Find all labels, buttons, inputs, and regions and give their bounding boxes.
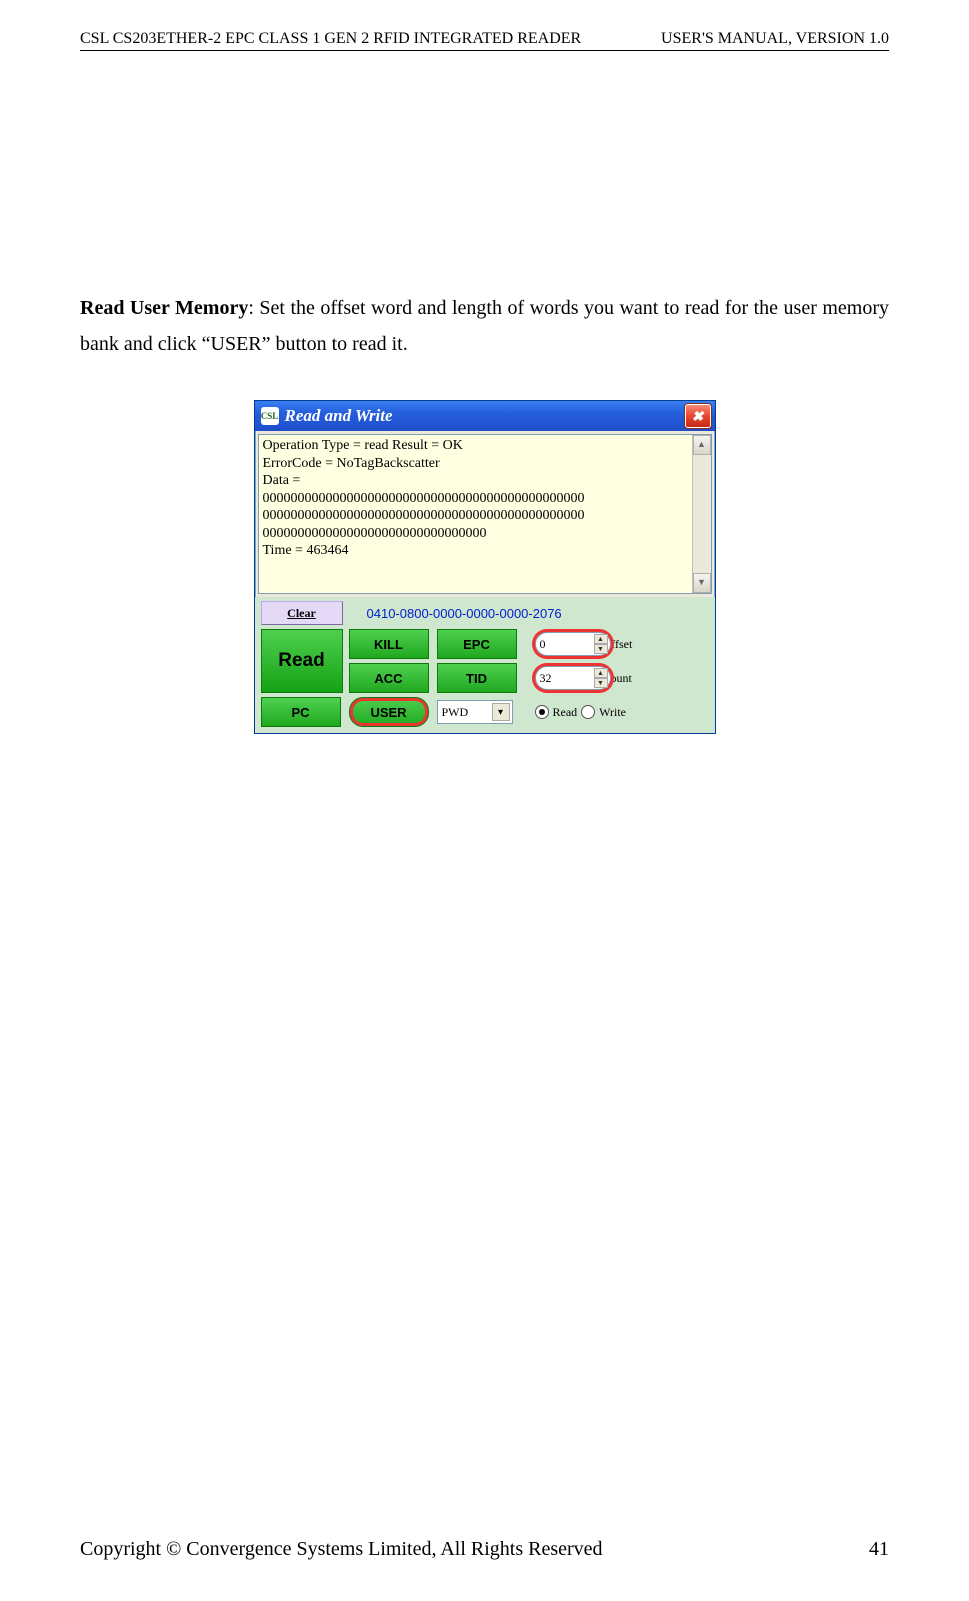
- scroll-up-icon[interactable]: ▲: [693, 435, 711, 455]
- log-line: Data =: [263, 472, 707, 490]
- count-label: Count: [603, 671, 693, 686]
- pwd-select[interactable]: PWD: [437, 700, 513, 724]
- offset-stepper[interactable]: 0 ▲▼: [535, 632, 611, 656]
- log-line: 0000000000000000000000000000000000000000…: [263, 490, 707, 508]
- scroll-down-icon[interactable]: ▼: [693, 573, 711, 593]
- body-lead: Read User Memory: [80, 297, 248, 319]
- chevron-up-icon[interactable]: ▲: [594, 634, 608, 644]
- user-button[interactable]: USER: [349, 697, 429, 727]
- scrollbar[interactable]: ▲ ▼: [692, 435, 711, 593]
- offset-label: Offset: [603, 637, 693, 652]
- log-textarea[interactable]: Operation Type = read Result = OK ErrorC…: [258, 434, 712, 594]
- embedded-screenshot: CSL Read and Write ✖ Operation Type = re…: [0, 400, 969, 734]
- app-icon: CSL: [261, 407, 279, 425]
- write-radio-label: Write: [599, 705, 626, 720]
- log-line: ErrorCode = NoTagBackscatter: [263, 455, 707, 473]
- dialog-window: CSL Read and Write ✖ Operation Type = re…: [254, 400, 716, 734]
- acc-button[interactable]: ACC: [349, 663, 429, 693]
- log-line: Operation Type = read Result = OK: [263, 437, 707, 455]
- header-left: CSL CS203ETHER-2 EPC CLASS 1 GEN 2 RFID …: [80, 30, 581, 48]
- chevron-up-icon[interactable]: ▲: [594, 668, 608, 678]
- title-bar[interactable]: CSL Read and Write ✖: [255, 401, 715, 431]
- tid-button[interactable]: TID: [437, 663, 517, 693]
- kill-button[interactable]: KILL: [349, 629, 429, 659]
- pwd-value: PWD: [442, 705, 469, 720]
- page-number: 41: [869, 1538, 889, 1561]
- write-radio[interactable]: [581, 705, 595, 719]
- page: CSL CS203ETHER-2 EPC CLASS 1 GEN 2 RFID …: [0, 0, 969, 1601]
- footer-copyright: Copyright © Convergence Systems Limited,…: [80, 1538, 603, 1561]
- page-footer: Copyright © Convergence Systems Limited,…: [80, 1538, 889, 1561]
- count-value: 32: [540, 671, 552, 686]
- read-radio-label: Read: [553, 705, 578, 720]
- log-line: Time = 463464: [263, 542, 707, 560]
- chevron-down-icon[interactable]: ▼: [594, 644, 608, 654]
- header-right: USER'S MANUAL, VERSION 1.0: [661, 30, 889, 48]
- close-icon[interactable]: ✖: [685, 404, 711, 428]
- clear-button[interactable]: Clear: [261, 601, 343, 625]
- log-line: 00000000000000000000000000000000: [263, 525, 707, 543]
- log-line: 0000000000000000000000000000000000000000…: [263, 507, 707, 525]
- read-button[interactable]: Read: [261, 629, 343, 693]
- count-stepper[interactable]: 32 ▲▼: [535, 666, 611, 690]
- tag-id-value: 0410-0800-0000-0000-0000-2076: [367, 606, 562, 621]
- controls-panel: Clear 0410-0800-0000-0000-0000-2076 KILL…: [255, 597, 715, 733]
- read-radio[interactable]: [535, 705, 549, 719]
- pc-button[interactable]: PC: [261, 697, 341, 727]
- window-title: Read and Write: [285, 406, 393, 426]
- chevron-down-icon[interactable]: ▼: [594, 678, 608, 688]
- epc-button[interactable]: EPC: [437, 629, 517, 659]
- page-header: CSL CS203ETHER-2 EPC CLASS 1 GEN 2 RFID …: [80, 30, 889, 51]
- offset-value: 0: [540, 637, 546, 652]
- body-paragraph: Read User Memory: Set the offset word an…: [80, 290, 889, 362]
